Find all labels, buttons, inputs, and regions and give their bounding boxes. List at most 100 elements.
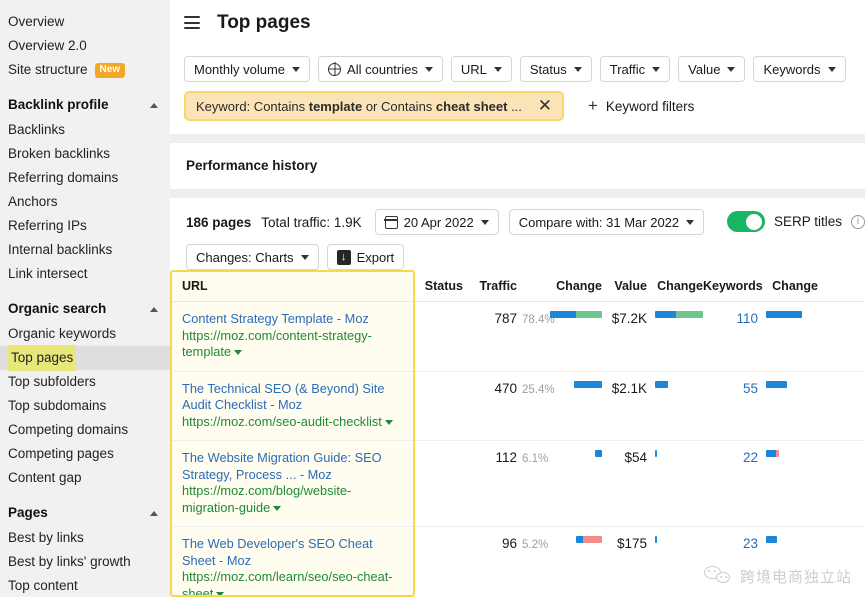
sidebar-item-internal-backlinks[interactable]: Internal backlinks [0,238,170,262]
page-url-link[interactable]: https://moz.com/blog/website-migration-g… [182,483,351,515]
sidebar-item-site-structure[interactable]: Site structure New [0,58,170,82]
chevron-down-icon [425,67,433,72]
sidebar-item-backlinks[interactable]: Backlinks [0,118,170,142]
chevron-down-icon [481,220,489,225]
sidebar-item-top-subdomains[interactable]: Top subdomains [0,394,170,418]
cell-traffic-pct: 6.1% [517,441,530,527]
filter-traffic[interactable]: Traffic [600,56,670,82]
filter-panel: Monthly volume All countries URL Status [170,45,865,134]
sidebar-item-referring-ips[interactable]: Referring IPs [0,214,170,238]
sidebar-item-competing-domains[interactable]: Competing domains [0,418,170,442]
chevron-down-icon[interactable] [385,420,393,425]
cell-url[interactable]: The Website Migration Guide: SEO Strateg… [170,441,415,527]
column-status[interactable]: Status [415,270,463,302]
page-url-link[interactable]: https://moz.com/learn/seo/seo-cheat-shee… [182,569,393,597]
add-filter-label: Keyword filters [606,99,695,114]
column-traffic-pct-spacer [517,270,530,302]
column-keywords[interactable]: Keywords [703,270,758,302]
date-picker-button[interactable]: 20 Apr 2022 [375,209,499,235]
sidebar-group-backlink-profile[interactable]: Backlink profile [0,92,170,118]
sidebar-item-top-content[interactable]: Top content [0,574,170,597]
sidebar-group-pages[interactable]: Pages [0,500,170,526]
calendar-icon [385,216,398,229]
column-url[interactable]: URL [170,270,415,302]
sidebar-item-anchors[interactable]: Anchors [0,190,170,214]
filter-keywords[interactable]: Keywords [753,56,845,82]
sidebar-item-label: Content gap [8,466,82,490]
sidebar-item-overview-2[interactable]: Overview 2.0 [0,34,170,58]
filter-label: Status [530,62,567,77]
column-traffic[interactable]: Traffic [463,270,517,302]
column-keywords-change[interactable]: Change [758,270,818,302]
table-head: URL Status Traffic Change Value Change K… [170,270,865,302]
export-button[interactable]: Export [327,244,405,270]
chevron-down-icon [727,67,735,72]
sidebar-item-organic-keywords[interactable]: Organic keywords [0,322,170,346]
chevron-up-icon [150,307,158,312]
chevron-down-icon[interactable] [273,506,281,511]
value-change-bar [655,536,657,543]
sidebar-item-best-by-links[interactable]: Best by links [0,526,170,550]
column-traffic-change[interactable]: Change [530,270,602,302]
chevron-down-icon[interactable] [216,592,224,597]
page-url-link[interactable]: https://moz.com/seo-audit-checklist [182,414,382,429]
filter-value[interactable]: Value [678,56,745,82]
column-end-spacer [818,270,865,302]
sidebar-item-overview[interactable]: Overview [0,10,170,34]
cell-value: $7.2K [602,302,647,372]
column-value-change[interactable]: Change [647,270,703,302]
keywords-change-bar [766,450,779,457]
table-row[interactable]: The Website Migration Guide: SEO Strateg… [170,441,865,527]
value-change-bar [655,450,657,457]
filter-all-countries[interactable]: All countries [318,56,443,82]
cell-end-spacer [818,441,865,527]
filter-monthly-volume[interactable]: Monthly volume [184,56,310,82]
cell-end-spacer [818,371,865,441]
cell-url[interactable]: Content Strategy Template - Mozhttps://m… [170,302,415,372]
column-value[interactable]: Value [602,270,647,302]
compare-with-button[interactable]: Compare with: 31 Mar 2022 [509,209,704,235]
cell-value-change [647,441,703,527]
sidebar-item-label: Top subdomains [8,394,106,418]
changes-charts-button[interactable]: Changes: Charts [186,244,319,270]
sidebar-item-label: Competing domains [8,418,128,442]
filter-status[interactable]: Status [520,56,592,82]
watermark-text: 跨境电商独立站 [740,566,852,587]
table-row[interactable]: Content Strategy Template - Mozhttps://m… [170,302,865,372]
page-url-link[interactable]: https://moz.com/content-strategy-templat… [182,328,372,360]
cell-keywords: 110 [703,302,758,372]
filter-url[interactable]: URL [451,56,512,82]
sidebar-item-broken-backlinks[interactable]: Broken backlinks [0,142,170,166]
sidebar-item-label: Overview [8,10,64,34]
active-keyword-filter-chip[interactable]: Keyword: Contains template or Contains c… [184,91,564,121]
page-title-link[interactable]: The Web Developer's SEO Cheat Sheet - Mo… [182,536,407,569]
sidebar-item-top-subfolders[interactable]: Top subfolders [0,370,170,394]
chevron-down-icon[interactable] [234,350,242,355]
filter-button-row: Monthly volume All countries URL Status [184,56,865,82]
serp-titles-toggle[interactable] [727,211,765,232]
close-icon[interactable]: ✕ [528,93,562,119]
sidebar-item-referring-domains[interactable]: Referring domains [0,166,170,190]
sidebar-item-label: Referring domains [8,166,118,190]
hamburger-menu-icon[interactable] [184,16,200,29]
filter-label: Value [688,62,720,77]
info-icon[interactable]: i [851,215,865,229]
compare-value: Compare with: 31 Mar 2022 [519,215,679,230]
add-keyword-filters-button[interactable]: + Keyword filters [588,99,694,114]
sidebar-item-competing-pages[interactable]: Competing pages [0,442,170,466]
sidebar-item-content-gap[interactable]: Content gap [0,466,170,490]
page-title-link[interactable]: The Website Migration Guide: SEO Strateg… [182,450,407,483]
sidebar-item-best-by-links-growth[interactable]: Best by links' growth [0,550,170,574]
sidebar-item-top-pages[interactable]: Top pages [0,346,170,370]
sidebar-item-label: Top subfolders [8,370,96,394]
sidebar-item-label: Broken backlinks [8,142,110,166]
sidebar-group-organic-search[interactable]: Organic search [0,296,170,322]
page-title-link[interactable]: Content Strategy Template - Moz [182,311,407,328]
cell-status [415,441,463,527]
sidebar-item-link-intersect[interactable]: Link intersect [0,262,170,286]
app-root: Overview Overview 2.0 Site structure New… [0,0,865,597]
cell-url[interactable]: The Web Developer's SEO Cheat Sheet - Mo… [170,527,415,597]
page-title-link[interactable]: The Technical SEO (& Beyond) Site Audit … [182,381,407,414]
table-row[interactable]: The Technical SEO (& Beyond) Site Audit … [170,371,865,441]
cell-url[interactable]: The Technical SEO (& Beyond) Site Audit … [170,371,415,441]
